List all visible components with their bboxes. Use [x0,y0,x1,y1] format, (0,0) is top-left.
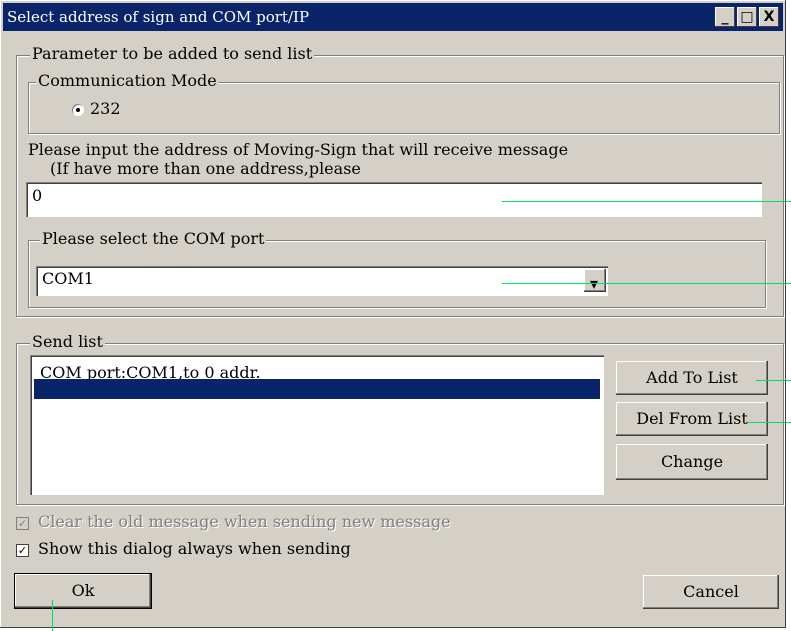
send-list-box[interactable]: COM port:COM1,to 0 addr. [30,355,604,495]
cancel-button[interactable]: Cancel [643,575,779,609]
ok-label: Ok [71,581,95,600]
address-callout-line [502,201,791,202]
minimize-icon: _ [721,9,729,25]
com-port-select-value: COM1 [42,269,94,288]
chevron-down-icon: ▾ [590,273,598,295]
address-prompt-line2: (If have more than one address,please [50,159,361,178]
minimize-button[interactable]: _ [715,7,735,27]
change-button[interactable]: Change [616,444,768,480]
cancel-label: Cancel [683,582,739,601]
window-title: Select address of sign and COM port/IP [7,8,310,26]
com-port-dropdown-button[interactable]: ▾ [584,269,606,295]
title-bar[interactable]: Select address of sign and COM port/IP _… [3,3,783,31]
clear-old-checkbox[interactable]: ✓ [16,517,29,530]
ok-button[interactable]: Ok [14,573,152,609]
com-port-legend: Please select the COM port [40,229,267,248]
address-input-value: 0 [32,186,43,205]
address-prompt-line1: Please input the address of Moving-Sign … [28,140,569,159]
parameter-group-legend: Parameter to be added to send list [30,44,315,63]
maximize-icon: □ [740,9,754,25]
close-button[interactable]: X [759,7,779,27]
send-list-item-selected[interactable] [34,379,600,399]
del-from-list-button[interactable]: Del From List [616,402,768,436]
com-port-select[interactable]: COM1 ▾ [36,266,608,296]
close-icon: X [763,9,775,25]
send-list-item[interactable]: COM port:COM1,to 0 addr. [34,359,600,382]
del-from-list-label: Del From List [636,409,748,428]
add-to-list-callout-line [756,380,791,381]
del-from-list-callout-line [748,422,791,423]
checkmark-icon: ✓ [17,544,28,557]
dialog-window: Select address of sign and COM port/IP _… [0,0,786,628]
change-label: Change [660,452,724,471]
show-dialog-checkbox[interactable]: ✓ [16,544,29,557]
mode-232-label: 232 [90,99,121,118]
add-to-list-button[interactable]: Add To List [616,361,768,395]
show-dialog-label: Show this dialog always when sending [38,539,351,558]
checkmark-icon: ✓ [17,517,28,530]
address-input[interactable]: 0 [26,182,762,217]
com-port-callout-line [502,283,791,284]
add-to-list-label: Add To List [646,368,738,387]
mode-232-radio[interactable] [72,104,84,116]
ok-callout-line [52,600,53,631]
communication-mode-legend: Communication Mode [36,71,219,90]
send-list-legend: Send list [30,332,105,351]
maximize-button[interactable]: □ [737,7,757,27]
clear-old-label: Clear the old message when sending new m… [38,512,451,531]
